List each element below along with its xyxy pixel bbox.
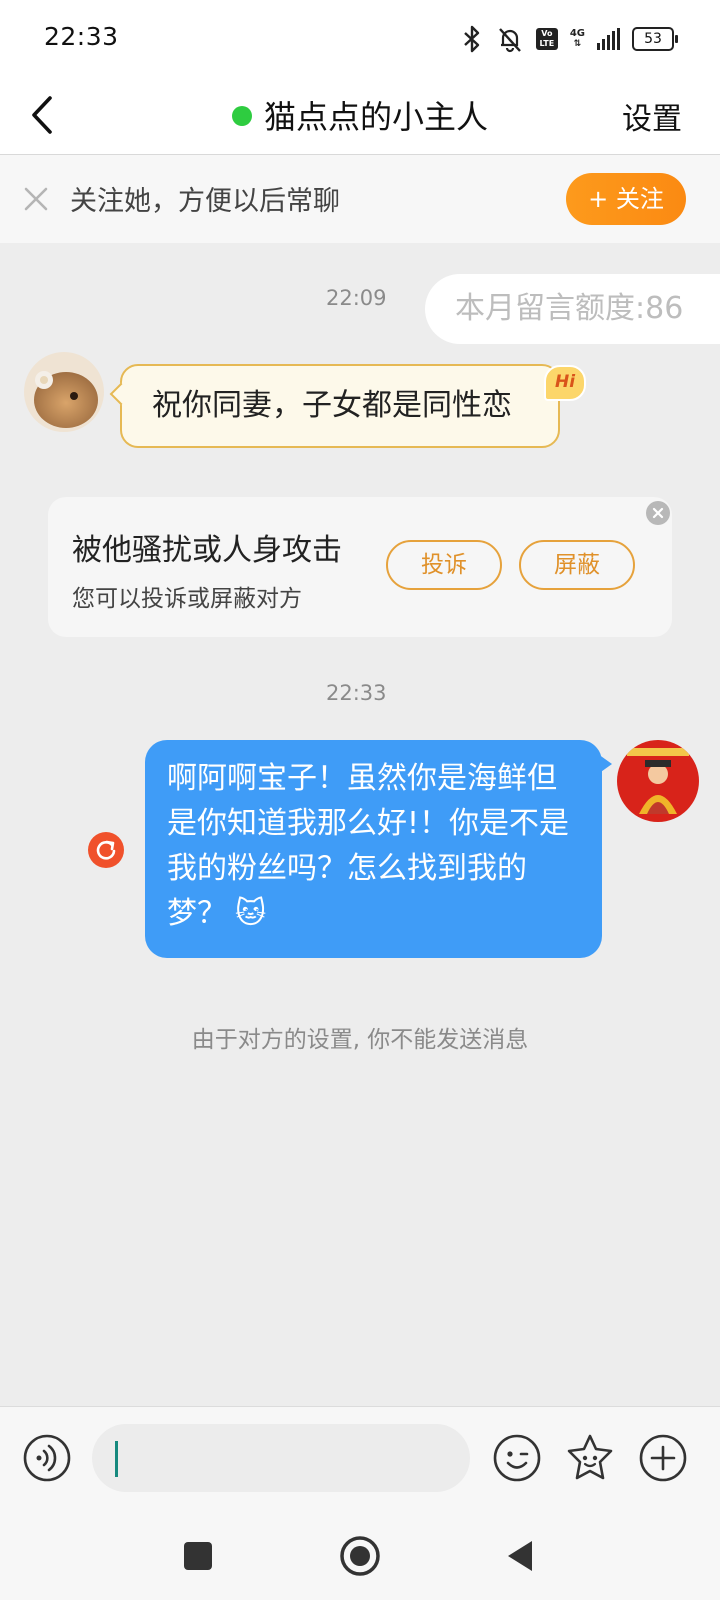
- signal-icon: [597, 28, 620, 50]
- close-report-button[interactable]: [646, 501, 670, 525]
- message-quota-pill: 本月留言额度:86: [425, 274, 720, 344]
- network-indicator: 4G ⇅: [569, 28, 585, 50]
- system-nav-bar: [0, 1514, 720, 1600]
- sticker-button[interactable]: [563, 1431, 617, 1485]
- bluetooth-icon: [464, 25, 480, 53]
- chat-title: 猫点点的小主人: [0, 92, 720, 138]
- hi-badge-icon: Hi: [544, 365, 586, 401]
- outgoing-message-bubble[interactable]: 啊阿啊宝子！虽然你是海鲜但是你知道我那么好!！你是不是我的粉丝吗？怎么找到我的梦…: [145, 740, 612, 958]
- status-icons: Vo LTE 4G ⇅ 53: [460, 22, 678, 56]
- home-circle-icon: [340, 1536, 380, 1576]
- resend-button[interactable]: [88, 832, 124, 868]
- plus-icon: [639, 1434, 687, 1482]
- status-bar: 22:33 Vo LTE 4G ⇅ 53: [0, 0, 720, 78]
- my-avatar[interactable]: [617, 740, 699, 822]
- close-icon: [24, 187, 48, 211]
- network-type-label: 4G: [569, 28, 585, 39]
- recents-square-icon: [184, 1542, 212, 1570]
- volte-icon: Vo LTE: [535, 28, 558, 50]
- contact-avatar[interactable]: [24, 352, 104, 432]
- emoji-button[interactable]: [490, 1431, 544, 1485]
- input-bar: [0, 1406, 720, 1515]
- settings-button[interactable]: 设置: [622, 94, 682, 138]
- report-card: 被他骚扰或人身攻击 您可以投诉或屏蔽对方 投诉 屏蔽: [48, 497, 672, 637]
- voice-button[interactable]: [20, 1431, 74, 1485]
- refresh-icon: [96, 840, 116, 860]
- nav-back-button[interactable]: [494, 1528, 550, 1584]
- dismiss-follow-button[interactable]: [20, 183, 52, 215]
- recents-button[interactable]: [170, 1528, 226, 1584]
- god-of-wealth-avatar-image: [617, 740, 699, 822]
- report-subtitle: 您可以投诉或屏蔽对方: [72, 586, 302, 612]
- timestamp: 22:09: [326, 286, 387, 310]
- data-arrows-icon: ⇅: [573, 39, 582, 49]
- bunny-avatar-image: [24, 352, 104, 432]
- voice-icon: [23, 1434, 71, 1482]
- complain-button[interactable]: 投诉: [386, 540, 502, 590]
- message-input[interactable]: [92, 1424, 470, 1492]
- system-notice: 由于对方的设置, 你不能发送消息: [191, 1027, 529, 1053]
- text-cursor: [115, 1441, 118, 1477]
- report-title: 被他骚扰或人身攻击: [72, 533, 342, 568]
- chat-header: 猫点点的小主人 设置: [0, 78, 720, 155]
- online-status-dot: [231, 106, 252, 126]
- cat-emoji-icon: 🐱: [235, 896, 267, 931]
- emoji-icon: [493, 1434, 541, 1482]
- outgoing-message-text: 啊阿啊宝子！虽然你是海鲜但是你知道我那么好!！你是不是我的粉丝吗？怎么找到我的梦…: [167, 761, 570, 931]
- more-button[interactable]: [636, 1431, 690, 1485]
- close-icon: [652, 507, 664, 519]
- status-time: 22:33: [44, 22, 119, 51]
- timestamp: 22:33: [326, 681, 387, 705]
- follow-prompt-text: 关注她，方便以后常聊: [70, 186, 340, 217]
- contact-name: 猫点点的小主人: [263, 98, 488, 136]
- sticker-icon: [567, 1434, 613, 1480]
- home-button[interactable]: [332, 1528, 388, 1584]
- follow-banner: 关注她，方便以后常聊 + 关注: [0, 155, 720, 243]
- battery-icon: 53: [632, 27, 678, 51]
- incoming-message-bubble[interactable]: 祝你同妻，子女都是同性恋: [120, 364, 560, 448]
- mute-bell-icon: [498, 28, 521, 53]
- incoming-message-text: 祝你同妻，子女都是同性恋: [152, 388, 512, 423]
- back-triangle-icon: [508, 1541, 532, 1571]
- follow-button[interactable]: + 关注: [566, 173, 686, 225]
- block-button[interactable]: 屏蔽: [519, 540, 635, 590]
